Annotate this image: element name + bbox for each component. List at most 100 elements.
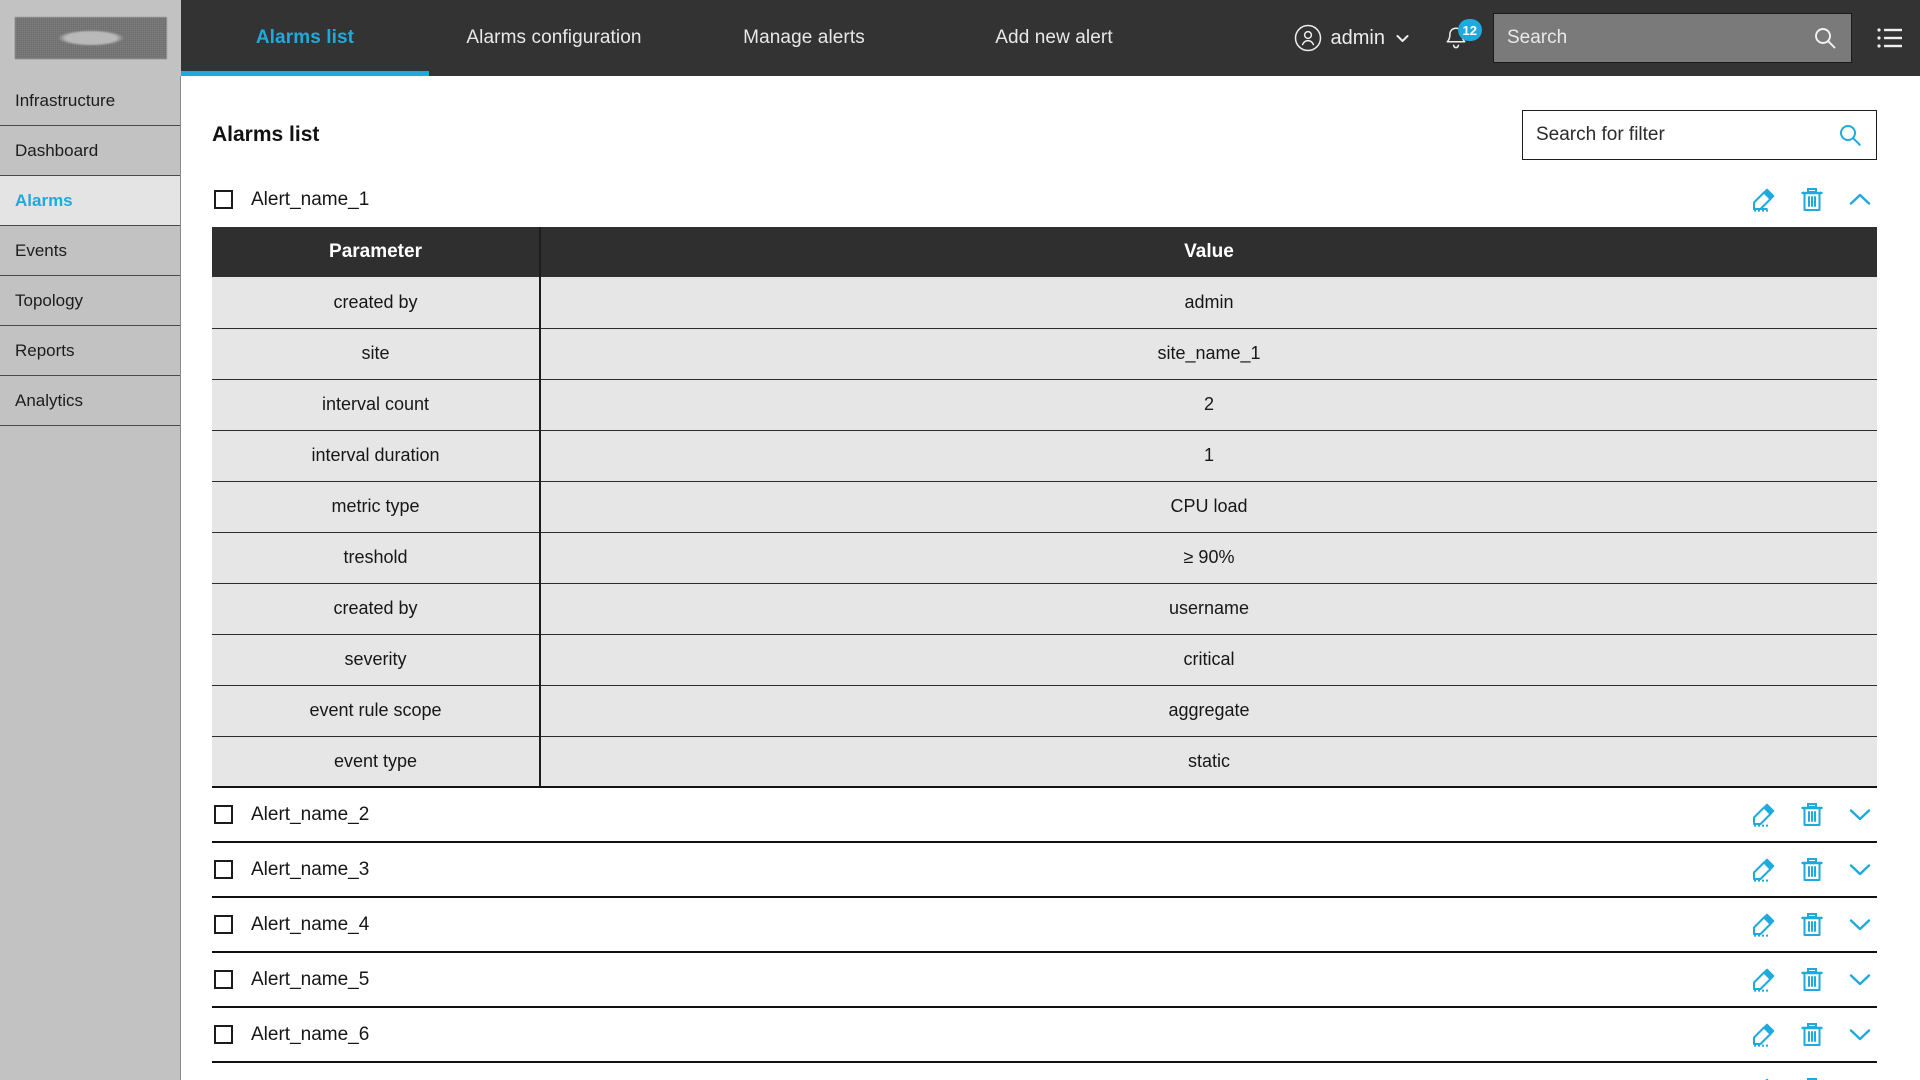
sidebar-item-analytics[interactable]: Analytics	[0, 376, 180, 426]
nav-tab-label: Alarms list	[255, 27, 355, 48]
sidebar-item-label: Analytics	[15, 390, 84, 410]
alert-name: Alert_name_4	[251, 913, 370, 935]
top-bar: Alarms list Alarms configuration Manage …	[0, 0, 1920, 76]
cell-parameter: event type	[212, 736, 541, 788]
trash-icon[interactable]	[1799, 802, 1825, 828]
filter-search-box[interactable]	[1522, 110, 1877, 160]
global-search-input[interactable]	[1507, 27, 1812, 49]
sidebar-item-label: Topology	[15, 290, 84, 310]
notification-count-badge: 12	[1457, 19, 1482, 41]
chevron-down-icon[interactable]	[1847, 1026, 1873, 1043]
list-menu-icon[interactable]	[1876, 26, 1904, 50]
cell-parameter: created by	[212, 277, 541, 329]
table-row: created by admin	[212, 277, 1877, 329]
user-circle-icon	[1294, 24, 1321, 52]
table-row: metric type CPU load	[212, 481, 1877, 533]
search-icon[interactable]	[1837, 122, 1863, 148]
edit-pencil-icon[interactable]	[1751, 967, 1777, 993]
alert-checkbox[interactable]	[214, 860, 233, 879]
cell-parameter: created by	[212, 583, 541, 635]
cell-parameter: site	[212, 328, 541, 380]
nav-tab-manage-alerts[interactable]: Manage alerts	[679, 0, 929, 76]
table-body: created by admin site site_name_1 interv…	[212, 277, 1877, 788]
cell-parameter: interval count	[212, 379, 541, 431]
cell-value: aggregate	[540, 685, 1877, 737]
main-content: Alarms list Alert_name_1	[181, 76, 1920, 1080]
sidebar-item-label: Events	[15, 240, 67, 260]
global-search-box[interactable]	[1493, 13, 1852, 63]
logo-cell[interactable]	[0, 0, 181, 76]
alert-row[interactable]: Alert_name_2	[212, 788, 1877, 843]
cell-value: CPU load	[540, 481, 1877, 533]
chevron-up-icon[interactable]	[1847, 191, 1873, 208]
cell-value: username	[540, 583, 1877, 635]
chevron-down-icon[interactable]	[1847, 971, 1873, 988]
chevron-down-icon[interactable]	[1847, 861, 1873, 878]
alert-name: Alert_name_6	[251, 1023, 370, 1045]
trash-icon[interactable]	[1799, 187, 1825, 213]
table-row: created by username	[212, 583, 1877, 635]
sidebar-item-infrastructure[interactable]: Infrastructure	[0, 76, 180, 126]
notifications-button[interactable]: 12	[1441, 19, 1482, 55]
page-title: Alarms list	[212, 123, 320, 146]
trash-icon[interactable]	[1799, 912, 1825, 938]
row-actions	[1751, 1077, 1877, 1080]
nav-tab-add-new-alert[interactable]: Add new alert	[929, 0, 1179, 76]
alert-row[interactable]: Alert_name_7	[212, 1063, 1877, 1080]
alert-name: Alert_name_1	[251, 188, 370, 210]
edit-pencil-icon[interactable]	[1751, 1077, 1777, 1080]
chevron-down-icon[interactable]	[1847, 916, 1873, 933]
user-name: admin	[1330, 26, 1385, 49]
sidebar: Infrastructure Dashboard Alarms Events T…	[0, 76, 181, 1080]
row-actions	[1751, 1022, 1877, 1048]
edit-pencil-icon[interactable]	[1751, 1022, 1777, 1048]
trash-icon[interactable]	[1799, 967, 1825, 993]
alert-checkbox[interactable]	[214, 1025, 233, 1044]
filter-search-input[interactable]	[1536, 124, 1837, 146]
chevron-down-icon	[1396, 34, 1409, 42]
trash-icon[interactable]	[1799, 1022, 1825, 1048]
user-menu[interactable]: admin	[1284, 24, 1421, 52]
cell-value: static	[540, 736, 1877, 788]
nav-tab-alarms-configuration[interactable]: Alarms configuration	[429, 0, 679, 76]
nav-tab-label: Add new alert	[995, 27, 1113, 48]
edit-pencil-icon[interactable]	[1751, 187, 1777, 213]
chevron-down-icon[interactable]	[1847, 806, 1873, 823]
alert-checkbox[interactable]	[214, 970, 233, 989]
alert-checkbox[interactable]	[214, 805, 233, 824]
edit-pencil-icon[interactable]	[1751, 802, 1777, 828]
top-bar-right: admin 12	[1284, 0, 1920, 76]
cell-value: ≥ 90%	[540, 532, 1877, 584]
edit-pencil-icon[interactable]	[1751, 857, 1777, 883]
sidebar-item-topology[interactable]: Topology	[0, 276, 180, 326]
alert-row[interactable]: Alert_name_5	[212, 953, 1877, 1008]
trash-icon[interactable]	[1799, 857, 1825, 883]
edit-pencil-icon[interactable]	[1751, 912, 1777, 938]
table-row: interval duration 1	[212, 430, 1877, 482]
trash-icon[interactable]	[1799, 1077, 1825, 1080]
alert-row[interactable]: Alert_name_4	[212, 898, 1877, 953]
app-root: Alarms list Alarms configuration Manage …	[0, 0, 1920, 1080]
nav-tab-alarms-list[interactable]: Alarms list	[181, 0, 429, 76]
cell-value: site_name_1	[540, 328, 1877, 380]
table-row: interval count 2	[212, 379, 1877, 431]
row-actions	[1751, 802, 1877, 828]
row-actions	[1751, 187, 1877, 213]
table-row: severity critical	[212, 634, 1877, 686]
alert-row[interactable]: Alert_name_6	[212, 1008, 1877, 1063]
search-icon[interactable]	[1812, 25, 1838, 51]
alert-row-header[interactable]: Alert_name_1	[212, 172, 1877, 227]
alert-checkbox[interactable]	[214, 190, 233, 209]
cell-value: 1	[540, 430, 1877, 482]
sidebar-item-label: Reports	[15, 340, 75, 360]
alert-row[interactable]: Alert_name_3	[212, 843, 1877, 898]
column-header-value: Value	[540, 227, 1877, 277]
sidebar-item-label: Infrastructure	[15, 90, 116, 110]
sidebar-item-alarms[interactable]: Alarms	[0, 176, 180, 226]
sidebar-item-dashboard[interactable]: Dashboard	[0, 126, 180, 176]
alert-checkbox[interactable]	[214, 915, 233, 934]
cell-parameter: interval duration	[212, 430, 541, 482]
column-header-parameter: Parameter	[212, 227, 541, 277]
sidebar-item-events[interactable]: Events	[0, 226, 180, 276]
sidebar-item-reports[interactable]: Reports	[0, 326, 180, 376]
